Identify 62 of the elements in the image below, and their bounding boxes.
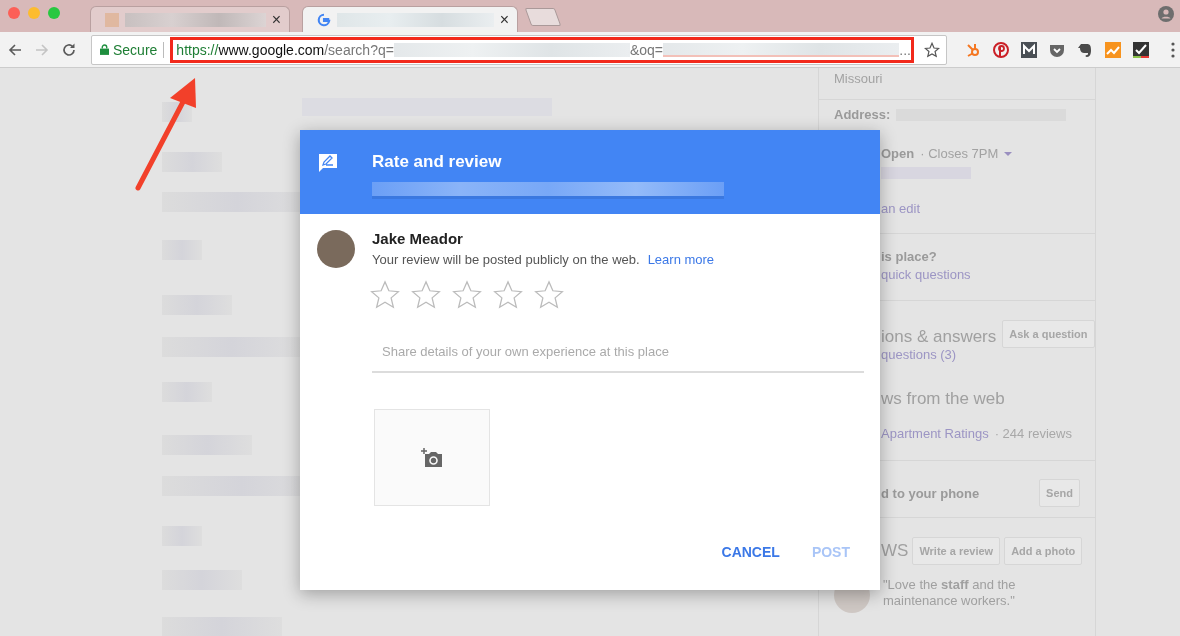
review-action-button[interactable]: Write a review xyxy=(912,537,1001,565)
url-param: &oq= xyxy=(629,41,663,58)
panel-link[interactable]: quick questions xyxy=(881,267,1080,282)
section-heading: ws from the web xyxy=(881,389,1005,409)
send-to-phone-label: d to your phone xyxy=(881,485,980,501)
public-notice: Your review will be posted publicly on the web. xyxy=(372,252,640,267)
dialog-action-button[interactable]: CANCEL xyxy=(719,540,782,564)
panel-link[interactable]: questions (3) xyxy=(881,347,1080,362)
back-icon[interactable] xyxy=(7,41,23,58)
letter-tile-icon[interactable] xyxy=(1021,41,1037,58)
section-heading: WS xyxy=(881,541,909,561)
url-scheme: https:// xyxy=(176,41,219,58)
checkmark-icon[interactable] xyxy=(1133,41,1149,58)
blurred-favicon xyxy=(105,12,119,27)
avatar-circle xyxy=(317,230,355,268)
review-action-button[interactable]: Add a photo xyxy=(1004,537,1083,565)
section-heading: ions & answers xyxy=(881,327,997,347)
add-photo-tile[interactable] xyxy=(374,409,490,506)
menu-icon[interactable] xyxy=(1171,41,1175,58)
location-text: Missouri xyxy=(834,71,884,86)
pin-circle-icon[interactable] xyxy=(993,41,1009,58)
url-path: /search?q= xyxy=(324,41,394,58)
url-host: www.google.com xyxy=(218,41,325,58)
address-label: Address: xyxy=(834,107,891,122)
dialog-title: Rate and review xyxy=(372,152,503,172)
profile-icon[interactable] xyxy=(1158,6,1174,22)
review-pencil-icon xyxy=(318,153,338,173)
browser-tab[interactable]: × xyxy=(302,6,518,32)
rating-star-icon[interactable] xyxy=(493,280,523,310)
send-button[interactable]: Send xyxy=(1039,479,1080,507)
rating-star-icon[interactable] xyxy=(452,280,482,310)
tab-close-button[interactable]: × xyxy=(499,11,509,28)
bookmark-star-icon[interactable] xyxy=(924,41,940,58)
url-ellipsis: ... xyxy=(899,41,911,58)
closing-time: · Closes 7PM xyxy=(920,146,999,161)
review-quote: "Love the staff and the maintenance workers." xyxy=(883,577,1017,609)
lock-icon xyxy=(100,44,109,55)
reload-icon[interactable] xyxy=(61,41,77,58)
open-status: Open xyxy=(881,146,915,161)
zoom-window-button[interactable] xyxy=(48,7,60,19)
trend-chart-icon[interactable] xyxy=(1105,41,1121,58)
new-tab-button[interactable] xyxy=(524,8,562,26)
ask-question-button[interactable]: Ask a question xyxy=(1002,320,1095,348)
blurred-result xyxy=(162,152,222,172)
review-count: · 244 reviews xyxy=(994,426,1072,441)
rating-star-icon[interactable] xyxy=(370,280,400,310)
security-label: Secure xyxy=(113,41,158,58)
user-name: Jake Meador xyxy=(372,230,464,247)
review-source-link[interactable]: Apartment Ratings xyxy=(881,426,989,441)
rating-star-icon[interactable] xyxy=(411,280,441,310)
url-field[interactable]: https://www.google.com/search?q= &oq= ... xyxy=(170,36,914,63)
sprocket-icon[interactable] xyxy=(965,41,981,58)
rating-star-icon[interactable] xyxy=(534,280,564,310)
learn-more-link[interactable]: Learn more xyxy=(647,252,715,267)
g-logo-icon xyxy=(317,12,331,27)
add-camera-icon xyxy=(421,447,443,468)
dropdown-caret-icon[interactable] xyxy=(1004,151,1013,156)
panel-question: is place? xyxy=(881,249,938,264)
close-window-button[interactable] xyxy=(8,7,20,19)
browser-tab[interactable]: × xyxy=(90,6,290,32)
panel-link[interactable]: an edit xyxy=(881,201,1080,216)
tab-close-button[interactable]: × xyxy=(271,11,281,28)
